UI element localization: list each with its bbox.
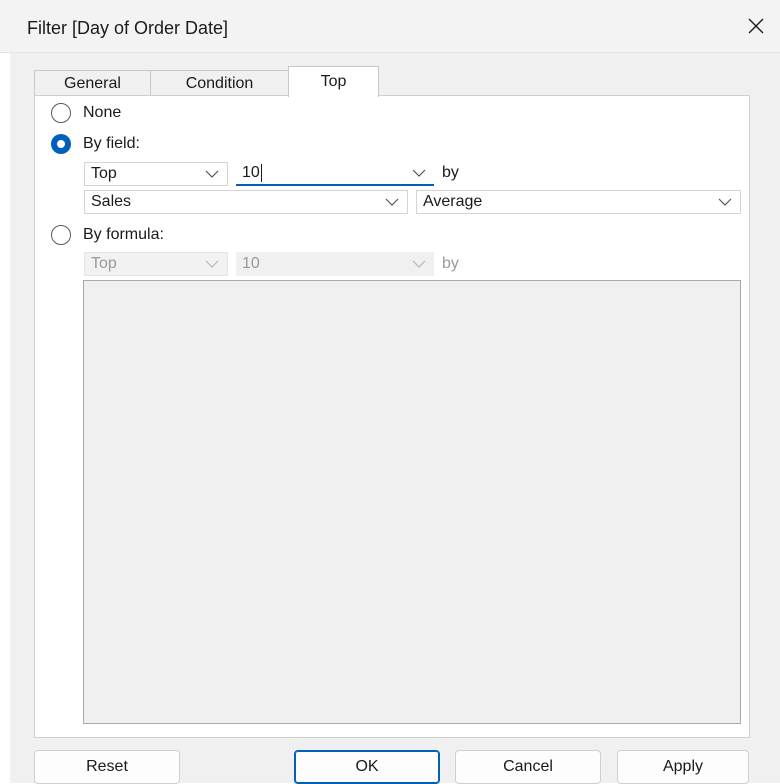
by-formula-direction-value: Top: [91, 255, 117, 272]
by-field-field-value: Sales: [91, 193, 132, 210]
chevron-down-icon[interactable]: [404, 169, 434, 177]
apply-button[interactable]: Apply: [617, 750, 749, 784]
tab-condition-label: Condition: [185, 74, 254, 92]
by-formula-label: By formula:: [83, 226, 164, 243]
formula-editor: [83, 280, 741, 724]
none-label: None: [83, 104, 122, 121]
by-field-count-input[interactable]: 10: [236, 162, 434, 186]
reset-button-label: Reset: [86, 758, 128, 775]
chevron-down-icon: [377, 198, 407, 206]
by-formula-option[interactable]: By formula:: [51, 225, 164, 245]
by-field-aggregation-select[interactable]: Average: [416, 190, 741, 214]
title-bar: Filter [Day of Order Date]: [0, 0, 780, 53]
tab-top-label: Top: [320, 73, 347, 90]
chevron-down-icon: [404, 260, 434, 268]
tab-general[interactable]: General: [34, 70, 151, 96]
background-edge: [0, 0, 10, 783]
ok-button-label: OK: [355, 758, 379, 775]
none-radio[interactable]: [51, 103, 71, 123]
by-field-radio[interactable]: [51, 134, 71, 154]
by-formula-by-label: by: [442, 255, 459, 272]
by-field-aggregation-value: Average: [423, 193, 483, 210]
apply-button-label: Apply: [662, 758, 704, 775]
by-field-option[interactable]: By field:: [51, 134, 140, 154]
dialog-title: Filter [Day of Order Date]: [27, 18, 229, 38]
chevron-down-icon: [197, 170, 227, 178]
ok-button[interactable]: OK: [294, 750, 440, 784]
reset-button[interactable]: Reset: [34, 750, 180, 784]
by-field-field-select[interactable]: Sales: [84, 190, 408, 214]
by-field-direction-value: Top: [91, 165, 117, 182]
by-formula-radio[interactable]: [51, 225, 71, 245]
cancel-button-label: Cancel: [503, 758, 553, 775]
by-formula-count-input: 10: [236, 252, 434, 276]
by-field-count-value: 10: [242, 163, 262, 182]
tab-top[interactable]: Top: [288, 66, 379, 97]
close-icon: [748, 18, 764, 34]
tab-condition[interactable]: Condition: [150, 70, 289, 96]
by-field-label: By field:: [83, 135, 140, 152]
none-option[interactable]: None: [51, 103, 121, 123]
by-formula-direction-select: Top: [84, 252, 228, 276]
by-field-by-label: by: [442, 164, 459, 181]
tab-general-label: General: [64, 74, 121, 92]
by-formula-count-value: 10: [242, 255, 260, 272]
chevron-down-icon: [197, 260, 227, 268]
close-button[interactable]: [740, 10, 772, 42]
filter-dialog: Filter [Day of Order Date] General Condi…: [0, 0, 780, 784]
cancel-button[interactable]: Cancel: [455, 750, 601, 784]
by-field-direction-select[interactable]: Top: [84, 162, 228, 186]
chevron-down-icon: [710, 198, 740, 206]
